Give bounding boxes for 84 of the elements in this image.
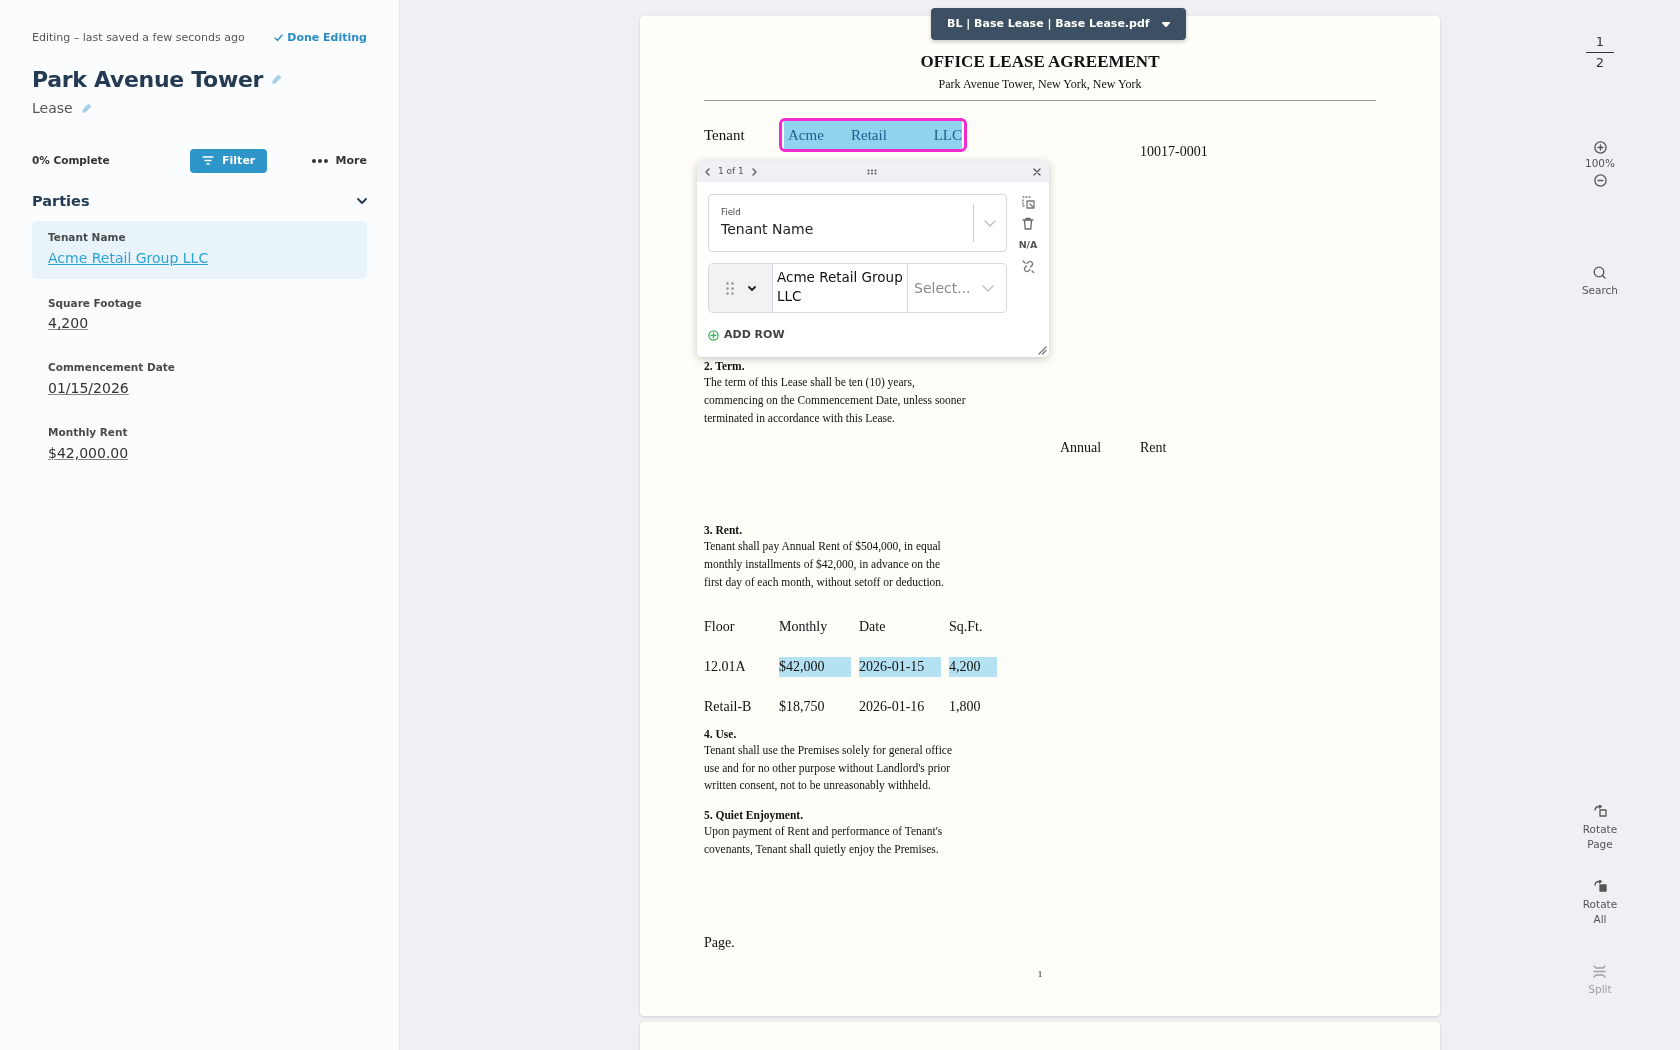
field-card[interactable]: Square Footage 4,200 bbox=[32, 286, 367, 345]
rotate-all-button[interactable]: Rotate All bbox=[1580, 879, 1620, 927]
caret-icon bbox=[1161, 21, 1170, 27]
close-icon[interactable] bbox=[1033, 167, 1041, 176]
field-value: Tenant Name bbox=[721, 219, 815, 239]
field-select[interactable]: Field Tenant Name bbox=[708, 194, 1008, 252]
na-button[interactable]: N/A bbox=[1018, 238, 1038, 253]
highlight-box[interactable]: Acme Retail LLC bbox=[779, 118, 967, 152]
field-label: Field bbox=[721, 206, 742, 219]
paragraph: Upon payment of Rent and performance of Tenant's covenants, Tenant shall quietly enjoy the Premises. bbox=[704, 824, 944, 858]
field-label: Commencement Date bbox=[48, 360, 176, 376]
plus-circle-icon bbox=[708, 329, 719, 341]
section-heading: 2. Term. bbox=[704, 359, 746, 374]
chevron-icon bbox=[984, 219, 997, 227]
search-icon bbox=[1593, 265, 1607, 279]
document-subtitle: Park Avenue Tower, New York, New York bbox=[937, 76, 1143, 92]
total-pages: 2 bbox=[1595, 55, 1605, 71]
section-title: Parties bbox=[32, 192, 90, 211]
column-header: Sq.Ft. bbox=[949, 618, 983, 637]
field-label: Square Footage bbox=[48, 295, 143, 311]
highlighted-text: 2026-01-15 bbox=[859, 657, 941, 678]
chevron-left-icon[interactable] bbox=[705, 167, 710, 176]
more-button[interactable]: More bbox=[311, 152, 367, 169]
field-card[interactable]: Commencement Date 01/15/2026 bbox=[32, 351, 367, 409]
search-button[interactable]: Search bbox=[1581, 265, 1619, 298]
document-text: Annual bbox=[1060, 439, 1103, 458]
document-text: Tenant bbox=[704, 126, 746, 145]
rotate-icon bbox=[1593, 804, 1607, 818]
highlighted-text: LLC bbox=[929, 121, 962, 149]
field-card[interactable]: Monthly Rent $42,000.00 bbox=[32, 416, 367, 474]
table-cell-text: 1,800 bbox=[949, 698, 981, 717]
document-title: OFFICE LEASE AGREEMENT bbox=[919, 52, 1161, 72]
document-selector[interactable]: BL | Base Lease | Base Lease.pdf bbox=[931, 8, 1186, 40]
rotate-page-button[interactable]: Rotate Page bbox=[1580, 804, 1620, 852]
zoom-out-icon[interactable] bbox=[1593, 173, 1607, 187]
column-header: Date bbox=[859, 618, 886, 637]
table-cell-text: 2026-01-16 bbox=[859, 698, 925, 717]
zoom-level: 100% bbox=[1585, 156, 1615, 171]
field-card[interactable]: Tenant Name Acme Retail Group LLC bbox=[32, 220, 367, 279]
filter-icon bbox=[202, 156, 215, 166]
more-icon bbox=[311, 158, 328, 163]
section-heading: 3. Rent. bbox=[704, 523, 743, 539]
resize-handle-icon[interactable] bbox=[1037, 345, 1047, 355]
section-heading: 4. Use. bbox=[704, 726, 738, 742]
paragraph: Tenant shall use the Premises solely for general office use and for no other purpose without Landlord's prior written consent, not to be unreasonably withheld. bbox=[704, 742, 954, 794]
column-header: Monthly bbox=[779, 618, 828, 637]
check-icon bbox=[274, 34, 284, 43]
done-editing-button[interactable]: Done Editing bbox=[274, 30, 367, 47]
progress-text: 0% Complete bbox=[32, 152, 110, 168]
document-text: Page. bbox=[704, 933, 736, 952]
paragraph: Tenant shall pay Annual Rent of $504,000, in equal monthly installments of $42,000, in advance on the first day of each month, without setoff or deduction. bbox=[704, 539, 945, 591]
field-label: Monthly Rent bbox=[48, 425, 129, 440]
record-type: Lease bbox=[32, 98, 73, 118]
chevron-icon[interactable] bbox=[357, 198, 367, 206]
add-row-button[interactable]: ADD ROW bbox=[708, 327, 785, 344]
split-icon bbox=[1593, 964, 1607, 978]
document-text: Rent bbox=[1140, 439, 1168, 458]
zoom-in-icon[interactable] bbox=[1593, 141, 1607, 154]
drag-handle-icon[interactable] bbox=[866, 168, 877, 175]
highlighted-text: Acme bbox=[784, 121, 847, 149]
field-value[interactable]: $42,000.00 bbox=[48, 444, 129, 461]
current-page: 1 bbox=[1595, 34, 1605, 50]
unlink-icon[interactable] bbox=[1021, 260, 1035, 274]
chevron-right-icon[interactable] bbox=[751, 167, 757, 176]
document-text: 10017-0001 bbox=[1140, 143, 1208, 161]
table-cell-text: 12.01A bbox=[704, 658, 746, 677]
pager-text: 1 of 1 bbox=[718, 164, 744, 178]
table-cell-text: $18,750 bbox=[779, 698, 825, 717]
select-area-icon[interactable] bbox=[1021, 196, 1035, 209]
highlighted-text: Retail bbox=[847, 121, 930, 149]
record-title: Park Avenue Tower bbox=[32, 65, 264, 94]
field-label: Tenant Name bbox=[48, 229, 127, 245]
highlighted-text: 4,200 bbox=[949, 657, 997, 678]
table-cell-text: Retail-B bbox=[704, 698, 752, 717]
section-heading: 5. Quiet Enjoyment. bbox=[704, 808, 805, 824]
page-number: 1 bbox=[1037, 968, 1043, 979]
highlighted-text: $42,000 bbox=[779, 657, 851, 678]
field-value[interactable]: 4,200 bbox=[48, 315, 89, 332]
field-value[interactable]: 01/15/2026 bbox=[48, 380, 129, 396]
save-status: Editing – last saved a few seconds ago bbox=[32, 30, 245, 46]
column-header: Floor bbox=[704, 618, 735, 637]
rotate-icon bbox=[1593, 879, 1607, 893]
trash-icon[interactable] bbox=[1022, 217, 1035, 230]
paragraph: The term of this Lease shall be ten (10) years, commencing on the Commencement Date, unless sooner terminated in accordance with this Lease. bbox=[704, 375, 967, 426]
